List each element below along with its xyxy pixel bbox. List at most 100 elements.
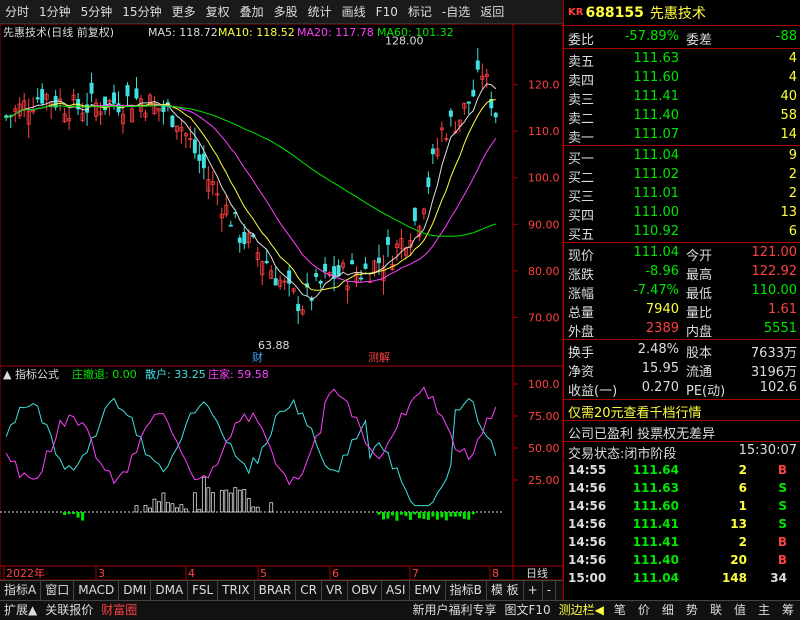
indicator-tab[interactable]: - bbox=[543, 581, 557, 600]
weibi-row[interactable]: 委比 -57.89% 委差 -88 bbox=[564, 28, 800, 48]
toolbar-item[interactable]: 15分钟 bbox=[117, 0, 166, 24]
divider bbox=[564, 399, 800, 400]
toolbar-item[interactable]: F10 bbox=[371, 0, 403, 24]
tick-side: B bbox=[777, 535, 787, 549]
stat-label: 现价 bbox=[568, 249, 595, 264]
stat-row[interactable]: 净资 15.95 流通 3196万 bbox=[564, 360, 800, 380]
indicator-tab[interactable]: MACD bbox=[74, 581, 120, 600]
stat-row[interactable]: 收益(一) 0.270 PE(动) 102.6 bbox=[564, 379, 800, 399]
notice-row[interactable]: 公司已盈利 投票权无差异 bbox=[564, 422, 800, 442]
indicator-tab[interactable]: 指标B bbox=[446, 581, 487, 600]
indicator-tab[interactable]: EMV bbox=[410, 581, 446, 600]
indicator-tab[interactable]: DMA bbox=[151, 581, 189, 600]
status-row[interactable]: 交易状态:闭市阶段 15:30:07 bbox=[564, 442, 800, 462]
event-mark[interactable]: 财 bbox=[252, 350, 263, 364]
indicator-bar bbox=[440, 512, 444, 518]
ask-row[interactable]: 卖一 111.07 14 bbox=[564, 126, 800, 146]
ask-row[interactable]: 卖四 111.60 4 bbox=[564, 69, 800, 89]
toolbar-item[interactable]: 分时 bbox=[0, 0, 34, 24]
indicator-tab[interactable]: DMI bbox=[119, 581, 152, 600]
side-tab[interactable]: 价 bbox=[632, 601, 656, 620]
stat-value: 3196万 bbox=[750, 365, 797, 380]
indicator-bar bbox=[395, 512, 399, 521]
toolbar-item[interactable]: 画线 bbox=[337, 0, 371, 24]
toolbar-item[interactable]: 标记 bbox=[403, 0, 437, 24]
indicator-bar bbox=[76, 512, 80, 518]
bid-row[interactable]: 买四 111.00 13 bbox=[564, 204, 800, 224]
side-tab[interactable]: 值 bbox=[728, 601, 752, 620]
ask-row[interactable]: 卖五 111.63 4 bbox=[564, 50, 800, 70]
stat-value: 5551 bbox=[763, 321, 797, 336]
toolbar-item[interactable]: -自选 bbox=[437, 0, 475, 24]
stat-row[interactable]: 总量 7940 量比 1.61 bbox=[564, 301, 800, 321]
price-label: 90.00 bbox=[528, 218, 560, 231]
toolbar-item[interactable]: 叠加 bbox=[235, 0, 269, 24]
weibi-label: 委比 bbox=[568, 33, 595, 48]
side-tab[interactable]: 联 bbox=[704, 601, 728, 620]
bid-row[interactable]: 买三 111.01 2 bbox=[564, 185, 800, 205]
toolbar-item[interactable]: 更多 bbox=[167, 0, 201, 24]
indicator-value: 庄撤退: 0.00 bbox=[72, 367, 137, 381]
bid-row[interactable]: 买一 111.04 9 bbox=[564, 147, 800, 167]
status-link[interactable]: 扩展▲ bbox=[0, 601, 41, 620]
tick-price: 111.63 bbox=[632, 481, 679, 495]
status-link[interactable]: 图文F10 bbox=[500, 601, 554, 620]
price-label: 80.00 bbox=[528, 265, 560, 278]
period-label[interactable]: 日线 bbox=[526, 566, 548, 580]
side-tab[interactable]: 筹 bbox=[776, 601, 800, 620]
x-label: 7 bbox=[412, 567, 419, 580]
ask-label: 卖三 bbox=[568, 93, 595, 108]
toolbar-item[interactable]: 1分钟 bbox=[34, 0, 76, 24]
indicator-tab[interactable]: OBV bbox=[348, 581, 383, 600]
toolbar-item[interactable]: 复权 bbox=[201, 0, 235, 24]
indicator-bar bbox=[467, 512, 471, 520]
indicator-tab[interactable]: CR bbox=[296, 581, 322, 600]
stat-row[interactable]: 涨幅 -7.47% 最低 110.00 bbox=[564, 282, 800, 302]
indicator-bar bbox=[134, 505, 139, 513]
indicator-tab[interactable]: 模 板 bbox=[487, 581, 524, 600]
indicator-tab[interactable]: 窗口 bbox=[41, 581, 75, 600]
toolbar-item[interactable]: 统计 bbox=[303, 0, 337, 24]
status-link[interactable]: 测边栏◀ bbox=[555, 601, 608, 620]
ask-row[interactable]: 卖三 111.41 40 bbox=[564, 88, 800, 108]
stat-value: 122.92 bbox=[751, 264, 798, 279]
ask-row[interactable]: 卖二 111.40 58 bbox=[564, 107, 800, 127]
stat-row[interactable]: 涨跌 -8.96 最高 122.92 bbox=[564, 263, 800, 283]
bid-row[interactable]: 买五 110.92 6 bbox=[564, 223, 800, 243]
bid-label: 买三 bbox=[568, 190, 595, 205]
side-tab[interactable]: 细 bbox=[656, 601, 680, 620]
indicator-tab[interactable]: 指标A bbox=[0, 581, 42, 600]
ask-vol: 14 bbox=[780, 127, 797, 142]
indicator-tab[interactable]: TRIX bbox=[218, 581, 255, 600]
tick-row: 14:56 111.63 6 S bbox=[564, 480, 800, 499]
candle-body bbox=[426, 177, 431, 188]
high-label: 128.00 bbox=[385, 35, 424, 48]
toolbar-item[interactable]: 多股 bbox=[269, 0, 303, 24]
tick-side: B bbox=[777, 463, 787, 477]
stat-row[interactable]: 换手 2.48% 股本 7633万 bbox=[564, 341, 800, 361]
status-link[interactable]: 财富圈 bbox=[97, 601, 141, 620]
tick-row: 14:56 111.41 2 B bbox=[564, 534, 800, 553]
promo-link[interactable]: 仅需20元查看千档行情 bbox=[564, 401, 800, 421]
side-tab[interactable]: 主 bbox=[752, 601, 776, 620]
stat-row[interactable]: 外盘 2389 内盘 5551 bbox=[564, 320, 800, 340]
status-link[interactable]: 关联报价 bbox=[41, 601, 97, 620]
kline-chart[interactable]: 先惠技术(日线 前复权) MA5: 118.72 MA10: 118.52 MA20:… bbox=[0, 24, 563, 580]
stat-row[interactable]: 现价 111.04 今开 121.00 bbox=[564, 244, 800, 264]
ask-vol: 4 bbox=[788, 70, 797, 85]
bid-row[interactable]: 买二 111.02 2 bbox=[564, 166, 800, 186]
indicator-tab[interactable]: FSL bbox=[188, 581, 219, 600]
stat-value: -8.96 bbox=[645, 264, 679, 279]
toolbar-item[interactable]: 返回 bbox=[475, 0, 509, 24]
indicator-bar bbox=[269, 502, 274, 513]
indicator-bar bbox=[237, 489, 242, 513]
side-tab[interactable]: 笔 bbox=[608, 601, 632, 620]
indicator-tab[interactable]: + bbox=[524, 581, 543, 600]
indicator-tab[interactable]: ASI bbox=[382, 581, 411, 600]
indicator-tab[interactable]: VR bbox=[322, 581, 348, 600]
status-link[interactable]: 新用户福利专享 bbox=[408, 601, 500, 620]
side-tab[interactable]: 势 bbox=[680, 601, 704, 620]
indicator-tab[interactable]: BRAR bbox=[255, 581, 297, 600]
event-mark[interactable]: 测解 bbox=[368, 350, 390, 364]
toolbar-item[interactable]: 5分钟 bbox=[76, 0, 118, 24]
